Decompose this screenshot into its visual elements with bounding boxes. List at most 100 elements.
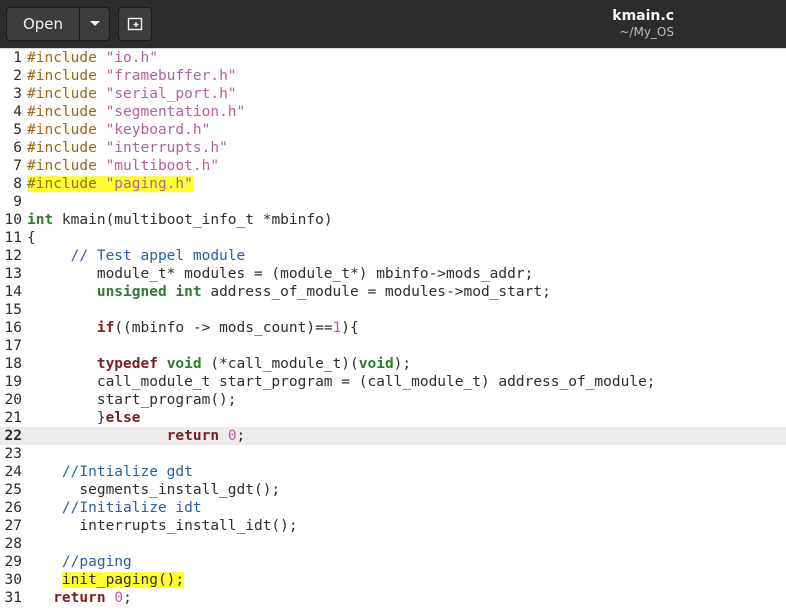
line-number: 16 <box>4 320 22 336</box>
line-number: 17 <box>4 338 22 354</box>
code-text: int kmain(multiboot_info_t *mbinfo) <box>27 211 333 229</box>
code-line[interactable]: 25 segments_install_gdt(); <box>0 481 786 499</box>
line-number: 15 <box>4 302 22 318</box>
code-editor[interactable]: 1 #include "io.h" 2 #include "framebuffer.h… <box>0 49 786 610</box>
code-token: } <box>27 410 106 426</box>
code-token: #include <box>27 122 106 138</box>
code-line[interactable]: 15 <box>0 301 786 319</box>
code-line[interactable]: 14 unsigned int address_of_module = modu… <box>0 283 786 301</box>
line-number: 26 <box>4 500 22 516</box>
code-text: init_paging(); <box>27 571 185 589</box>
code-token: typedef <box>96 356 158 372</box>
code-line[interactable]: 10 int kmain(multiboot_info_t *mbinfo) <box>0 211 786 229</box>
code-token: //Intialize gdt <box>61 464 193 480</box>
line-number: 23 <box>4 446 22 462</box>
code-text: //Intialize gdt <box>27 463 193 481</box>
code-text: segments_install_gdt(); <box>27 481 280 499</box>
code-text: #include "framebuffer.h" <box>27 67 237 85</box>
code-text: }else <box>27 409 141 427</box>
code-token: "serial_port.h" <box>105 86 237 102</box>
code-line[interactable]: 23 <box>0 445 786 463</box>
code-text: start_program(); <box>27 391 237 409</box>
code-line[interactable]: 21 }else <box>0 409 786 427</box>
code-token: (*call_module_t)( <box>201 356 359 372</box>
code-line[interactable]: 5 #include "keyboard.h" <box>0 121 786 139</box>
file-path: ~/My_OS <box>619 25 674 39</box>
code-token: 0 <box>114 590 124 606</box>
code-line[interactable]: 19 call_module_t start_program = (call_m… <box>0 373 786 391</box>
code-token: "keyboard.h" <box>105 122 211 138</box>
code-token: 0 <box>227 428 237 444</box>
code-token: "segmentation.h" <box>105 104 246 120</box>
code-token: { <box>27 230 36 246</box>
code-token: else <box>105 410 141 426</box>
line-number: 10 <box>4 212 22 228</box>
code-text: #include "multiboot.h" <box>27 157 219 175</box>
code-line[interactable]: 13 module_t* modules = (module_t*) mbinf… <box>0 265 786 283</box>
code-text: module_t* modules = (module_t*) mbinfo->… <box>27 265 534 283</box>
code-token: unsigned int <box>96 284 202 300</box>
code-text: interrupts_install_idt(); <box>27 517 298 535</box>
file-name: kmain.c <box>612 8 674 24</box>
line-number: 3 <box>13 86 22 102</box>
code-line[interactable]: 27 interrupts_install_idt(); <box>0 517 786 535</box>
code-line[interactable]: 2 #include "framebuffer.h" <box>0 67 786 85</box>
code-token: "paging.h" <box>105 176 193 192</box>
code-line[interactable]: 24 //Intialize gdt <box>0 463 786 481</box>
code-token: int <box>27 212 54 228</box>
code-token: return <box>166 428 220 444</box>
code-line[interactable]: 3 #include "serial_port.h" <box>0 85 786 103</box>
code-line[interactable]: 8 #include "paging.h" <box>0 175 786 193</box>
code-line[interactable]: 7 #include "multiboot.h" <box>0 157 786 175</box>
code-line[interactable]: 16 if((mbinfo -> mods_count)==1){ <box>0 319 786 337</box>
code-token: "io.h" <box>105 50 158 66</box>
code-line[interactable]: 9 <box>0 193 786 211</box>
code-text: #include "io.h" <box>27 49 158 67</box>
code-line[interactable]: 30 init_paging(); <box>0 571 786 589</box>
code-text: return 0; <box>27 589 132 607</box>
code-token: void <box>358 356 394 372</box>
open-button[interactable]: Open <box>6 7 80 41</box>
code-text: if((mbinfo -> mods_count)==1){ <box>27 319 359 337</box>
window-title: kmain.c ~/My_OS <box>612 8 674 40</box>
code-token: #include <box>27 86 106 102</box>
code-token: if <box>96 320 115 336</box>
line-number: 21 <box>4 410 22 426</box>
code-line[interactable]: 12 // Test appel module <box>0 247 786 265</box>
code-line[interactable]: 28 <box>0 535 786 553</box>
code-line[interactable]: 1 #include "io.h" <box>0 49 786 67</box>
code-line[interactable]: 22 return 0; <box>0 427 786 445</box>
code-token: address_of_module = modules->mod_start; <box>201 284 551 300</box>
code-line[interactable]: 26 //Initialize idt <box>0 499 786 517</box>
code-token: kmain(multiboot_info_t *mbinfo) <box>53 212 333 228</box>
code-token: interrupts_install_idt(); <box>27 518 298 534</box>
line-number: 20 <box>4 392 22 408</box>
code-token: ){ <box>341 320 359 336</box>
code-line[interactable]: 31 return 0; <box>0 589 786 607</box>
header-bar: Open kmain.c ~/My_OS <box>0 0 786 48</box>
new-document-icon <box>127 17 143 31</box>
code-token: ((mbinfo -> mods_count)== <box>114 320 333 336</box>
line-number: 5 <box>13 122 22 138</box>
new-document-button[interactable] <box>118 7 152 41</box>
code-text: { <box>27 229 36 247</box>
code-line[interactable]: 20 start_program(); <box>0 391 786 409</box>
code-line[interactable]: 29 //paging <box>0 553 786 571</box>
code-line[interactable]: 17 <box>0 337 786 355</box>
code-token: return <box>53 590 106 606</box>
open-menu-button[interactable] <box>79 7 110 41</box>
line-number: 8 <box>13 176 22 192</box>
code-line[interactable]: 4 #include "segmentation.h" <box>0 103 786 121</box>
code-text: //Initialize idt <box>27 499 202 517</box>
code-line[interactable]: 6 #include "interrupts.h" <box>0 139 786 157</box>
code-line[interactable]: 18 typedef void (*call_module_t)(void); <box>0 355 786 373</box>
code-line[interactable]: 11 { <box>0 229 786 247</box>
code-token: //paging <box>61 554 132 570</box>
code-token: ; <box>236 428 246 444</box>
